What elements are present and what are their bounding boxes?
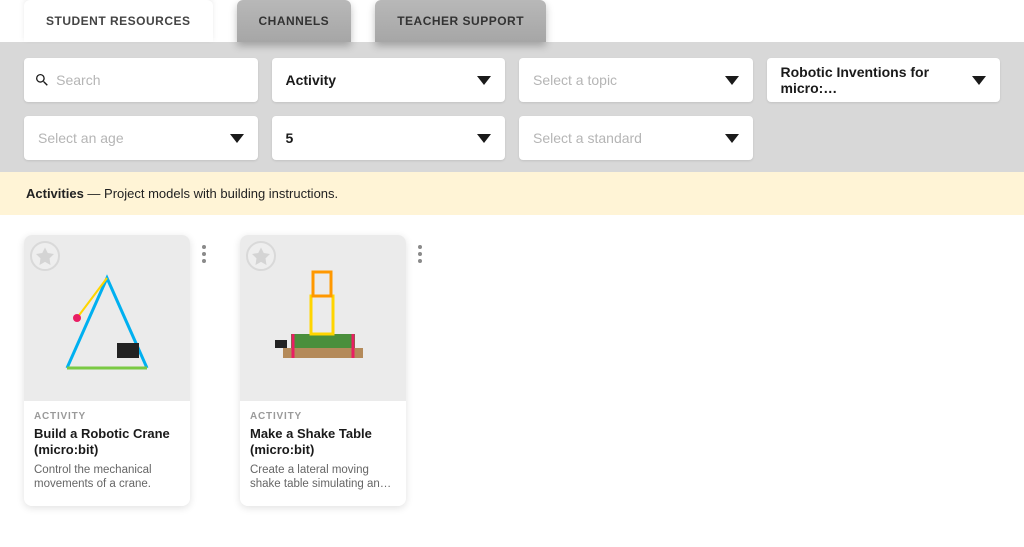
chevron-down-icon: [477, 76, 491, 85]
shake-table-illustration: [263, 258, 383, 378]
chevron-down-icon: [477, 134, 491, 143]
star-icon: [36, 247, 54, 265]
filter-standard[interactable]: Select a standard: [519, 116, 753, 160]
tab-label: TEACHER SUPPORT: [397, 14, 524, 28]
activity-card-row: ACTIVITY Build a Robotic Crane (micro:bi…: [0, 215, 1024, 536]
card-body: ACTIVITY Make a Shake Table (micro:bit) …: [240, 401, 406, 506]
info-strip-bold: Activities: [26, 186, 84, 201]
chevron-down-icon: [725, 76, 739, 85]
dot-icon: [202, 245, 206, 249]
favorite-star-button[interactable]: [30, 241, 60, 271]
filter-type[interactable]: Activity: [272, 58, 506, 102]
filter-topic-placeholder: Select a topic: [533, 72, 617, 88]
crane-illustration: [47, 258, 167, 378]
filter-grade[interactable]: 5: [272, 116, 506, 160]
dot-icon: [202, 252, 206, 256]
card-title: Build a Robotic Crane (micro:bit): [34, 426, 180, 459]
card-title: Make a Shake Table (micro:bit): [250, 426, 396, 459]
card-thumbnail: [240, 235, 406, 401]
filter-channel-value: Robotic Inventions for micro:…: [781, 64, 973, 96]
filter-grade-value: 5: [286, 130, 294, 146]
dot-icon: [202, 259, 206, 263]
filter-type-value: Activity: [286, 72, 337, 88]
card-description: Control the mechanical movements of a cr…: [34, 463, 180, 493]
card-type-label: ACTIVITY: [34, 411, 180, 422]
search-box[interactable]: [24, 58, 258, 102]
filter-bar: Activity Select a topic Robotic Inventio…: [0, 42, 1024, 172]
chevron-down-icon: [972, 76, 986, 85]
filter-topic[interactable]: Select a topic: [519, 58, 753, 102]
favorite-star-button[interactable]: [246, 241, 276, 271]
activity-card-wrap: ACTIVITY Build a Robotic Crane (micro:bi…: [24, 235, 212, 506]
filter-age-placeholder: Select an age: [38, 130, 124, 146]
chevron-down-icon: [725, 134, 739, 143]
activity-card[interactable]: ACTIVITY Make a Shake Table (micro:bit) …: [240, 235, 406, 506]
tab-channels[interactable]: CHANNELS: [237, 0, 352, 42]
star-icon: [252, 247, 270, 265]
dot-icon: [418, 252, 422, 256]
search-input[interactable]: [56, 72, 247, 88]
activity-card-wrap: ACTIVITY Make a Shake Table (micro:bit) …: [240, 235, 428, 506]
info-strip: Activities — Project models with buildin…: [0, 172, 1024, 215]
dot-icon: [418, 259, 422, 263]
filter-age[interactable]: Select an age: [24, 116, 258, 160]
filter-channel[interactable]: Robotic Inventions for micro:…: [767, 58, 1001, 102]
card-body: ACTIVITY Build a Robotic Crane (micro:bi…: [24, 401, 190, 506]
card-menu-button[interactable]: [196, 241, 212, 267]
tab-student-resources[interactable]: STUDENT RESOURCES: [24, 0, 213, 42]
card-description: Create a lateral moving shake table simu…: [250, 463, 396, 493]
tabs-row: STUDENT RESOURCES CHANNELS TEACHER SUPPO…: [0, 0, 1024, 42]
filter-standard-placeholder: Select a standard: [533, 130, 642, 146]
tab-label: STUDENT RESOURCES: [46, 14, 191, 28]
tab-label: CHANNELS: [259, 14, 330, 28]
chevron-down-icon: [230, 134, 244, 143]
card-menu-button[interactable]: [412, 241, 428, 267]
info-strip-rest: — Project models with building instructi…: [84, 186, 338, 201]
card-type-label: ACTIVITY: [250, 411, 396, 422]
tab-teacher-support[interactable]: TEACHER SUPPORT: [375, 0, 546, 42]
dot-icon: [418, 245, 422, 249]
card-thumbnail: [24, 235, 190, 401]
activity-card[interactable]: ACTIVITY Build a Robotic Crane (micro:bi…: [24, 235, 190, 506]
filter-empty-slot: [767, 116, 1001, 160]
search-icon: [34, 71, 50, 89]
